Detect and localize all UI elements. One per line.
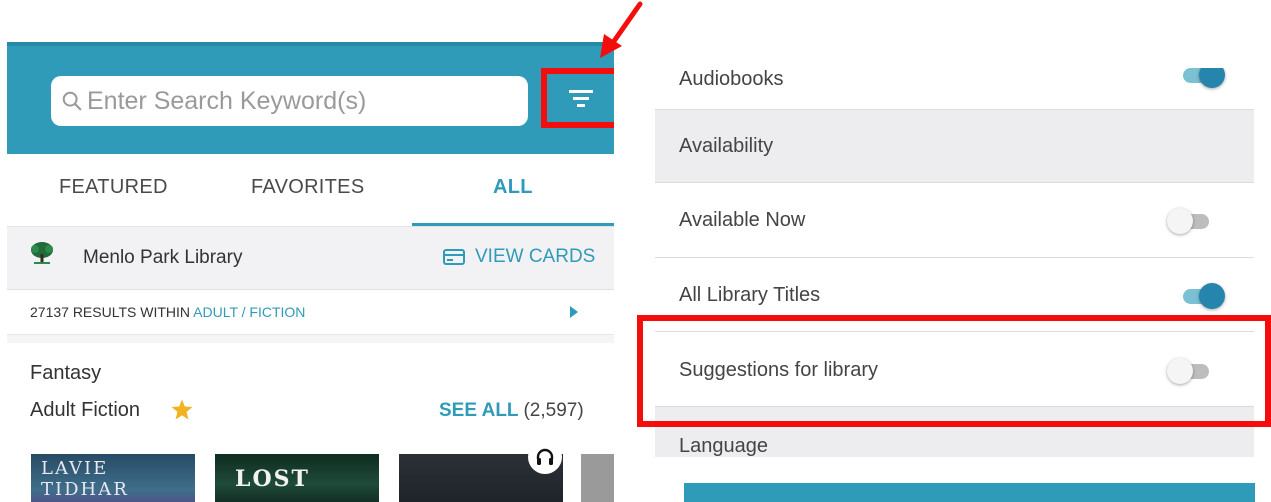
toggle-knob xyxy=(1167,208,1193,234)
chevron-right-icon[interactable] xyxy=(569,305,579,319)
audiobook-badge xyxy=(528,440,562,474)
availability-heading: Availability xyxy=(679,135,774,157)
active-tab-indicator xyxy=(412,223,614,226)
star-icon[interactable] xyxy=(170,398,194,422)
search-bar[interactable] xyxy=(51,76,528,126)
tab-all[interactable]: ALL xyxy=(493,176,533,199)
filter-button[interactable] xyxy=(541,68,614,128)
results-summary: 27137 RESULTS WITHIN ADULT / FICTION xyxy=(30,304,305,320)
see-all-link[interactable]: SEE ALL (2,597) xyxy=(439,400,584,422)
tab-featured[interactable]: FEATURED xyxy=(59,176,168,199)
audiobooks-label: Audiobooks xyxy=(679,68,784,90)
section-divider xyxy=(7,335,614,343)
see-all-label: SEE ALL xyxy=(439,400,519,421)
book-cover[interactable]: LOST xyxy=(215,454,379,502)
header-top-edge xyxy=(7,42,614,46)
results-bar[interactable]: 27137 RESULTS WITHIN ADULT / FICTION xyxy=(7,290,614,335)
view-cards-label: VIEW CARDS xyxy=(475,246,596,267)
toggle-knob xyxy=(1199,283,1225,309)
all-library-titles-toggle[interactable] xyxy=(1179,281,1225,311)
language-heading: Language xyxy=(679,435,768,457)
tab-favorites[interactable]: FAVORITES xyxy=(251,176,364,199)
shelf-subtitle: Adult Fiction xyxy=(30,399,141,421)
available-now-label: Available Now xyxy=(679,209,806,231)
cover-title: LAVIE TIDHAR xyxy=(41,458,129,500)
headphones-icon xyxy=(536,448,554,465)
library-name: Menlo Park Library xyxy=(83,247,243,268)
tab-bar: FEATURED FAVORITES ALL xyxy=(7,154,614,227)
book-cover[interactable] xyxy=(581,454,614,502)
annotation-arrow-icon xyxy=(600,1,643,58)
audiobooks-row[interactable]: Audiobooks xyxy=(655,68,1254,110)
book-cover[interactable]: LAVIE TIDHAR xyxy=(31,454,195,502)
see-all-count: (2,597) xyxy=(523,400,584,421)
card-icon xyxy=(443,249,465,265)
audiobooks-toggle[interactable] xyxy=(1179,68,1225,90)
results-category[interactable]: ADULT / FICTION xyxy=(193,304,305,320)
cover-title: LOST xyxy=(235,466,310,492)
library-bar: Menlo Park Library VIEW CARDS xyxy=(7,227,614,290)
results-count: 27137 RESULTS WITHIN xyxy=(30,304,191,320)
library-logo-icon xyxy=(31,242,53,264)
toggle-knob xyxy=(1199,68,1225,88)
annotation-highlight-box xyxy=(637,315,1271,427)
view-cards-button[interactable]: VIEW CARDS xyxy=(443,246,595,268)
library-browse-screen: FEATURED FAVORITES ALL Menlo Park Librar… xyxy=(7,42,614,502)
filter-icon xyxy=(569,90,593,107)
available-now-toggle[interactable] xyxy=(1167,206,1213,236)
shelf-title: Fantasy xyxy=(30,362,102,384)
apply-button[interactable] xyxy=(684,483,1255,502)
available-now-row[interactable]: Available Now xyxy=(655,183,1254,258)
search-input[interactable] xyxy=(87,86,507,116)
search-icon xyxy=(62,91,82,111)
all-library-titles-label: All Library Titles xyxy=(679,284,821,306)
availability-section: Availability xyxy=(655,110,1254,183)
